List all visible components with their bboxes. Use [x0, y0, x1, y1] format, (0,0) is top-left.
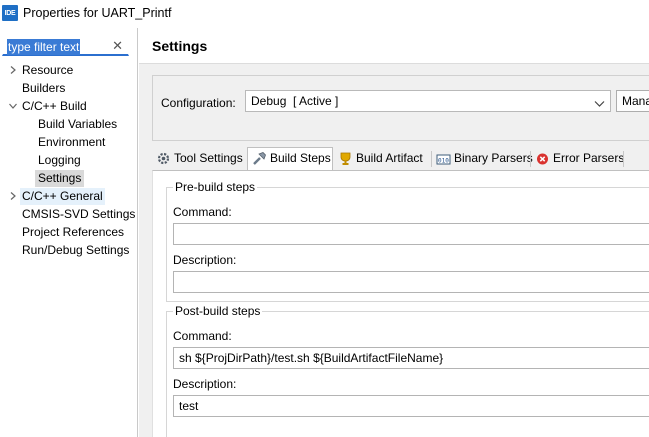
tree-item-label: Builders	[22, 81, 66, 95]
filter-input[interactable]: type filter text ✕	[2, 36, 129, 56]
post-build-description-label: Description:	[173, 377, 237, 391]
filter-input-text[interactable]: type filter text	[7, 39, 81, 55]
post-build-command-value: sh ${ProjDirPath}/test.sh ${BuildArtifac…	[179, 351, 444, 365]
tree-item-builders[interactable]: Builders	[22, 80, 65, 97]
tree-item-resource[interactable]: Resource	[8, 62, 137, 79]
pre-build-description-input[interactable]	[173, 271, 649, 293]
tree-item-environment[interactable]: Environment	[38, 134, 105, 151]
post-build-command-label: Command:	[173, 329, 232, 343]
post-build-description-value: test	[179, 399, 199, 413]
post-build-group: Post-build steps Command: sh ${ProjDirPa…	[166, 304, 649, 437]
configuration-panel: Configuration: Debug [ Active ] Mana	[152, 75, 649, 141]
configuration-label: Configuration:	[161, 96, 236, 110]
tab-label: Build Steps	[270, 151, 331, 165]
tree-item-label: CMSIS-SVD Settings	[22, 207, 136, 221]
tab-label: Build Artifact	[356, 151, 423, 165]
chevron-down-icon[interactable]	[594, 97, 605, 111]
settings-tabs: Tool Settings Build Steps Build Artifact	[152, 147, 649, 170]
tool-settings-icon	[156, 151, 171, 166]
pre-build-description-label: Description:	[173, 253, 237, 267]
svg-text:010: 010	[438, 158, 449, 165]
tab-label: Tool Settings	[174, 151, 243, 165]
tree-item-cpp-general[interactable]: C/C++ General	[8, 188, 137, 205]
post-build-title: Post-build steps	[173, 304, 263, 318]
settings-header: Settings	[139, 28, 649, 64]
tab-label: Error Parsers	[553, 151, 625, 165]
tree-item-settings[interactable]: Settings	[35, 170, 85, 187]
chevron-right-icon[interactable]	[8, 191, 18, 201]
pre-build-command-input[interactable]	[173, 223, 649, 245]
tree-item-label: C/C++ Build	[22, 99, 87, 113]
page-title: Settings	[152, 38, 208, 54]
ide-app-icon: IDE	[2, 5, 18, 21]
tree-item-label: Resource	[22, 63, 74, 77]
clear-filter-icon[interactable]: ✕	[112, 38, 123, 54]
tree-item-logging[interactable]: Logging	[38, 152, 81, 169]
configuration-select[interactable]: Debug [ Active ]	[245, 90, 611, 112]
build-steps-icon	[252, 151, 267, 166]
tree-item-cpp-build[interactable]: C/C++ Build	[8, 98, 137, 115]
tree-item-label: Environment	[38, 135, 106, 149]
chevron-right-icon[interactable]	[8, 65, 18, 75]
tree-item-label: Logging	[38, 153, 81, 167]
build-artifact-icon	[338, 151, 353, 166]
tab-build-artifact[interactable]: Build Artifact	[334, 148, 430, 170]
tree-item-run-debug-settings[interactable]: Run/Debug Settings	[22, 242, 129, 259]
tree-item-label: Build Variables	[38, 117, 118, 131]
tab-separator	[623, 151, 624, 167]
manage-configurations-button[interactable]: Mana	[616, 90, 649, 112]
tree-item-label: C/C++ General	[20, 188, 105, 205]
tab-label: Binary Parsers	[454, 151, 533, 165]
header-divider	[139, 63, 649, 64]
build-steps-panel: Pre-build steps Command: Description: Po…	[152, 170, 649, 437]
error-parsers-icon	[535, 151, 550, 166]
tab-build-steps[interactable]: Build Steps	[247, 147, 333, 170]
window-title: Properties for UART_Printf	[23, 6, 172, 20]
chevron-down-icon[interactable]	[8, 101, 18, 111]
tree-item-project-references[interactable]: Project References	[22, 224, 124, 241]
title-bar: IDE Properties for UART_Printf	[0, 0, 649, 28]
settings-pane: Settings Configuration: Debug [ Active ]…	[139, 28, 649, 437]
tree-item-label: Project References	[22, 225, 125, 239]
pre-build-command-label: Command:	[173, 205, 232, 219]
tree-item-cmsis-svd-settings[interactable]: CMSIS-SVD Settings	[22, 206, 135, 223]
post-build-command-input[interactable]: sh ${ProjDirPath}/test.sh ${BuildArtifac…	[173, 347, 649, 369]
binary-parsers-icon: 010	[436, 151, 451, 166]
tab-tool-settings[interactable]: Tool Settings	[152, 148, 246, 170]
post-build-description-input[interactable]: test	[173, 395, 649, 417]
tree-item-build-variables[interactable]: Build Variables	[38, 116, 117, 133]
tree-item-label: Run/Debug Settings	[22, 243, 130, 257]
tab-binary-parsers[interactable]: 010 Binary Parsers	[432, 148, 533, 170]
configuration-value: Debug [ Active ]	[251, 94, 339, 108]
navigation-pane: type filter text ✕ Resource Builders C/C…	[0, 28, 138, 437]
pre-build-group: Pre-build steps Command: Description:	[166, 180, 649, 302]
tree-item-label: Settings	[38, 171, 82, 185]
manage-button-label: Mana	[622, 94, 649, 108]
tab-error-parsers[interactable]: Error Parsers	[531, 148, 625, 170]
pre-build-title: Pre-build steps	[173, 180, 258, 194]
